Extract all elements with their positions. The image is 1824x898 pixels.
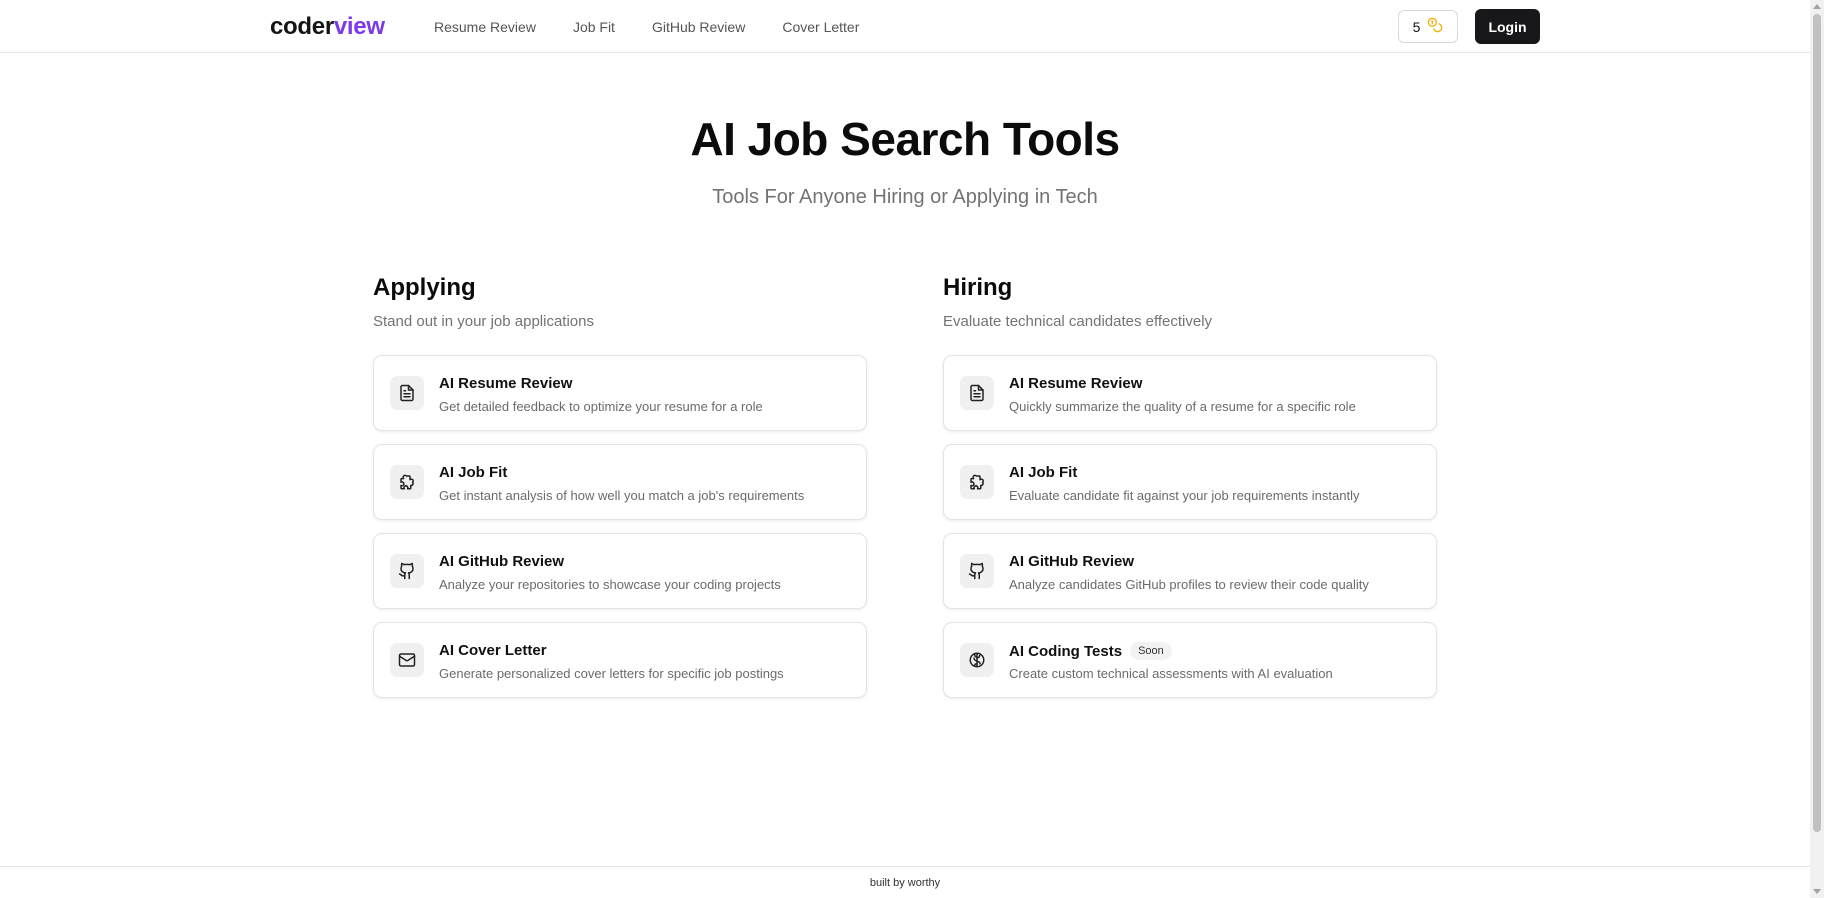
applying-card-job-fit[interactable]: AI Job Fit Get instant analysis of how w… [373, 444, 867, 520]
card-title: AI Coding Tests Soon [1009, 642, 1172, 660]
hiring-card-job-fit[interactable]: AI Job Fit Evaluate candidate fit agains… [943, 444, 1437, 520]
card-description: Get detailed feedback to optimize your r… [439, 399, 763, 414]
card-description: Analyze candidates GitHub profiles to re… [1009, 577, 1369, 592]
scroll-thumb[interactable] [1813, 14, 1821, 832]
puzzle-icon [390, 465, 424, 499]
logo[interactable]: coderview [270, 13, 385, 41]
nav-resume-review[interactable]: Resume Review [434, 19, 536, 35]
card-description: Generate personalized cover letters for … [439, 666, 784, 681]
nav-job-fit[interactable]: Job Fit [573, 19, 615, 35]
github-icon [960, 554, 994, 588]
footer-credit: built by worthy [869, 877, 941, 889]
puzzle-icon [960, 465, 994, 499]
footer: built by worthy [0, 866, 1810, 898]
file-text-icon [960, 376, 994, 410]
top-navbar: coderview Resume Review Job Fit GitHub R… [0, 0, 1810, 53]
soon-badge: Soon [1130, 642, 1172, 660]
credits-button[interactable]: 5 [1398, 10, 1458, 43]
page-title: AI Job Search Tools [690, 113, 1120, 165]
card-description: Create custom technical assessments with… [1009, 666, 1333, 681]
credits-count: 5 [1412, 18, 1421, 35]
card-title-text: AI Coding Tests [1009, 642, 1123, 660]
applying-subheading: Stand out in your job applications [373, 313, 594, 330]
hiring-section: Hiring Evaluate technical candidates eff… [943, 274, 1437, 711]
scroll-up-arrow-icon[interactable] [1813, 4, 1821, 9]
mail-icon [390, 643, 424, 677]
card-title: AI Job Fit [1009, 464, 1078, 481]
card-description: Quickly summarize the quality of a resum… [1009, 399, 1356, 414]
applying-card-cover-letter[interactable]: AI Cover Letter Generate personalized co… [373, 622, 867, 698]
hiring-subheading: Evaluate technical candidates effectivel… [943, 313, 1213, 330]
page-scrollbar[interactable] [1810, 0, 1824, 898]
nav-cover-letter[interactable]: Cover Letter [782, 19, 859, 35]
card-description: Analyze your repositories to showcase yo… [439, 577, 781, 592]
hiring-card-github-review[interactable]: AI GitHub Review Analyze candidates GitH… [943, 533, 1437, 609]
card-title: AI Resume Review [1009, 375, 1143, 392]
hiring-heading: Hiring [943, 274, 1013, 301]
login-button[interactable]: Login [1475, 9, 1540, 44]
brain-icon [960, 643, 994, 677]
applying-section: Applying Stand out in your job applicati… [373, 274, 867, 711]
coins-icon [1427, 17, 1443, 36]
applying-card-resume-review[interactable]: AI Resume Review Get detailed feedback t… [373, 355, 867, 431]
logo-text-dark: coder [270, 13, 334, 40]
page-subtitle: Tools For Anyone Hiring or Applying in T… [712, 186, 1098, 208]
file-text-icon [390, 376, 424, 410]
nav-links: Resume Review Job Fit GitHub Review Cove… [434, 19, 859, 35]
card-title: AI GitHub Review [439, 553, 565, 570]
applying-heading: Applying [373, 274, 476, 301]
applying-card-github-review[interactable]: AI GitHub Review Analyze your repositori… [373, 533, 867, 609]
card-title: AI GitHub Review [1009, 553, 1135, 570]
hiring-card-coding-tests[interactable]: AI Coding Tests Soon Create custom techn… [943, 622, 1437, 698]
nav-github-review[interactable]: GitHub Review [652, 19, 745, 35]
card-description: Get instant analysis of how well you mat… [439, 488, 805, 503]
scroll-down-arrow-icon[interactable] [1813, 889, 1821, 894]
card-description: Evaluate candidate fit against your job … [1009, 488, 1360, 503]
github-icon [390, 554, 424, 588]
card-title: AI Resume Review [439, 375, 573, 392]
card-title: AI Cover Letter [439, 642, 547, 659]
hiring-card-resume-review[interactable]: AI Resume Review Quickly summarize the q… [943, 355, 1437, 431]
logo-text-purple: view [333, 13, 385, 40]
card-title: AI Job Fit [439, 464, 508, 481]
